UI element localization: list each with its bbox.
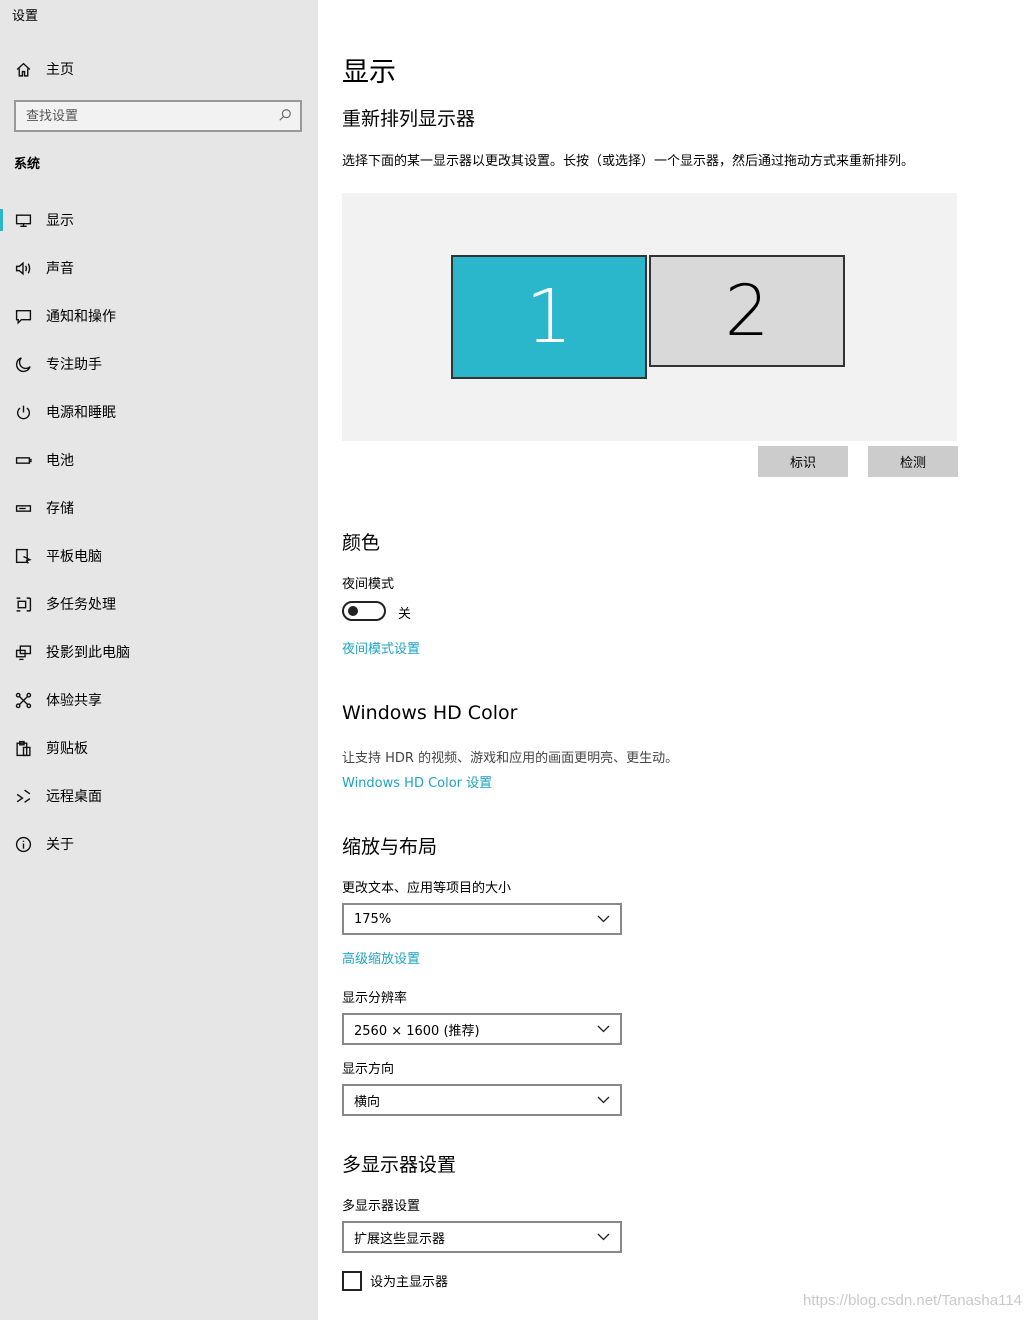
group-label-system: 系统	[14, 157, 41, 172]
chevron-down-icon	[597, 1025, 610, 1033]
scale-dropdown[interactable]: 175%	[342, 903, 622, 935]
sidebar-item-label: 声音	[46, 261, 74, 277]
power-icon	[14, 403, 32, 421]
orientation-label: 显示方向	[342, 1062, 395, 1077]
speaker-icon	[14, 259, 32, 277]
main-content: 显示 重新排列显示器 选择下面的某一显示器以更改其设置。长按（或选择）一个显示器…	[342, 0, 1012, 1320]
sidebar-item-focus-assist[interactable]: 专注助手	[0, 340, 318, 388]
app-title: 设置	[12, 9, 39, 24]
hd-color-description: 让支持 HDR 的视频、游戏和应用的画面更明亮、更生动。	[342, 751, 679, 766]
advanced-scaling-link[interactable]: 高级缩放设置	[342, 948, 420, 967]
resolution-label: 显示分辨率	[342, 991, 408, 1006]
sidebar-item-sound[interactable]: 声音	[0, 244, 318, 292]
multi-display-label: 多显示器设置	[342, 1199, 421, 1214]
battery-icon	[14, 451, 32, 469]
night-light-state: 关	[398, 607, 412, 622]
rearrange-description: 选择下面的某一显示器以更改其设置。长按（或选择）一个显示器，然后通过拖动方式来重…	[342, 154, 915, 169]
monitor-1[interactable]: 1	[451, 255, 647, 379]
sidebar-item-project-to-pc[interactable]: 投影到此电脑	[0, 628, 318, 676]
sidebar-item-display[interactable]: 显示	[0, 196, 318, 244]
sidebar-item-label: 关于	[46, 837, 74, 853]
monitor-2[interactable]: 2	[649, 255, 845, 367]
sidebar-item-label: 电源和睡眠	[46, 405, 116, 421]
search-icon[interactable]	[278, 107, 292, 126]
sidebar-item-notifications[interactable]: 通知和操作	[0, 292, 318, 340]
multi-display-value: 扩展这些显示器	[354, 1231, 446, 1247]
sidebar-item-remote-desktop[interactable]: 远程桌面	[0, 772, 318, 820]
rearrange-heading: 重新排列显示器	[342, 108, 476, 130]
chevron-down-icon	[597, 915, 610, 923]
tablet-icon	[14, 547, 32, 565]
color-heading: 颜色	[342, 532, 381, 554]
resolution-value: 2560 × 1600 (推荐)	[354, 1023, 480, 1039]
night-light-label: 夜间模式	[342, 577, 395, 592]
orientation-dropdown[interactable]: 横向	[342, 1084, 622, 1116]
sidebar-item-label: 电池	[46, 453, 74, 469]
monitor-arrangement-area: 1 2	[342, 193, 957, 441]
sidebar-item-label: 平板电脑	[46, 549, 102, 565]
multi-display-dropdown[interactable]: 扩展这些显示器	[342, 1221, 622, 1253]
sidebar-item-label: 远程桌面	[46, 789, 102, 805]
sidebar-item-label: 多任务处理	[46, 597, 116, 613]
moon-icon	[14, 355, 32, 373]
sidebar-item-multitasking[interactable]: 多任务处理	[0, 580, 318, 628]
scale-value: 175%	[354, 911, 392, 927]
toggle-knob	[348, 606, 358, 616]
detect-button[interactable]: 检测	[868, 446, 958, 477]
sidebar-nav: 显示 声音 通知和操作 专注助手 电源和睡眠 电池 存储 平板电脑 多任务处理 …	[0, 196, 318, 868]
search-box[interactable]	[14, 100, 302, 132]
sidebar-item-label: 专注助手	[46, 357, 102, 373]
project-icon	[14, 643, 32, 661]
active-indicator	[0, 209, 3, 231]
sidebar-item-label: 显示	[46, 213, 74, 229]
night-light-settings-link[interactable]: 夜间模式设置	[342, 638, 420, 657]
share-icon	[14, 691, 32, 709]
sidebar-item-tablet[interactable]: 平板电脑	[0, 532, 318, 580]
sidebar-item-battery[interactable]: 电池	[0, 436, 318, 484]
home-nav-item[interactable]: 主页	[14, 58, 74, 80]
sidebar-item-label: 存储	[46, 501, 74, 517]
resolution-dropdown[interactable]: 2560 × 1600 (推荐)	[342, 1013, 622, 1045]
notification-icon	[14, 307, 32, 325]
sidebar-item-clipboard[interactable]: 剪贴板	[0, 724, 318, 772]
hd-color-settings-link[interactable]: Windows HD Color 设置	[342, 772, 492, 791]
info-icon	[14, 835, 32, 853]
chevron-down-icon	[597, 1233, 610, 1241]
sidebar-item-about[interactable]: 关于	[0, 820, 318, 868]
sidebar-item-label: 剪贴板	[46, 741, 88, 757]
monitor-icon	[14, 211, 32, 229]
home-icon	[14, 60, 32, 78]
storage-icon	[14, 499, 32, 517]
chevron-down-icon	[597, 1096, 610, 1104]
multitask-icon	[14, 595, 32, 613]
identify-button[interactable]: 标识	[758, 446, 848, 477]
search-input[interactable]	[26, 108, 278, 124]
orientation-value: 横向	[354, 1094, 381, 1110]
multi-display-heading: 多显示器设置	[342, 1154, 457, 1176]
sidebar-item-storage[interactable]: 存储	[0, 484, 318, 532]
sidebar-item-shared-experiences[interactable]: 体验共享	[0, 676, 318, 724]
clipboard-icon	[14, 739, 32, 757]
scale-layout-heading: 缩放与布局	[342, 836, 438, 858]
home-label: 主页	[46, 62, 74, 78]
sidebar-item-label: 通知和操作	[46, 309, 116, 325]
sidebar-item-label: 体验共享	[46, 693, 102, 709]
sidebar-item-label: 投影到此电脑	[46, 645, 130, 661]
sidebar: 设置 主页 系统 显示 声音 通知	[0, 0, 318, 1320]
remote-icon	[14, 787, 32, 805]
hd-color-heading: Windows HD Color	[342, 702, 518, 724]
sidebar-item-power-sleep[interactable]: 电源和睡眠	[0, 388, 318, 436]
primary-display-checkbox[interactable]	[342, 1271, 362, 1291]
watermark: https://blog.csdn.net/Tanasha114	[802, 1292, 1022, 1309]
primary-display-label: 设为主显示器	[370, 1275, 449, 1290]
night-light-toggle[interactable]	[342, 601, 386, 621]
page-title: 显示	[342, 57, 396, 88]
scale-label: 更改文本、应用等项目的大小	[342, 881, 512, 896]
